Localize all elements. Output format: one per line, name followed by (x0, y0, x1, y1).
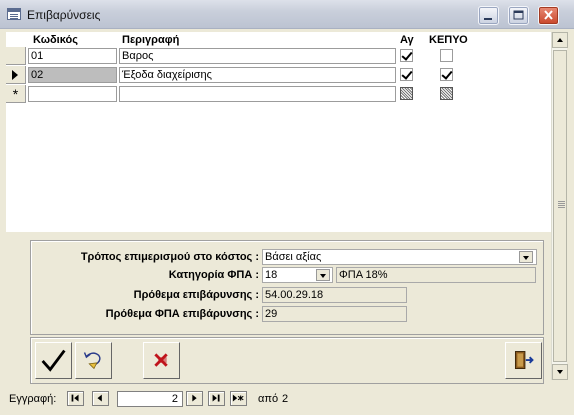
undo-icon (83, 352, 101, 370)
next-record-button[interactable] (186, 391, 203, 406)
scroll-grip (558, 207, 565, 208)
details-panel: Τρόπος επιμερισμού στο κόστος : Βάσει αξ… (30, 240, 544, 335)
delete-button[interactable] (143, 342, 180, 379)
kepyo-checkbox[interactable] (440, 87, 453, 100)
window: Επιβαρύνσεις Κωδικός Περιγραφή Αγ ΚΕΠΥΟ … (0, 0, 574, 415)
exit-door-icon (514, 351, 534, 370)
column-header-description[interactable]: Περιγραφή (122, 34, 179, 46)
scroll-grip (558, 205, 565, 206)
vat-category-code: 18 (265, 269, 278, 281)
chevron-down-icon[interactable] (519, 251, 533, 263)
restore-icon (513, 10, 524, 20)
last-record-icon (212, 394, 220, 402)
title-bar[interactable]: Επιβαρύνσεις (0, 0, 574, 29)
code-cell[interactable]: 01 (28, 48, 117, 64)
datasheet-grid: Κωδικός Περιγραφή Αγ ΚΕΠΥΟ 01 Βαρος 02 Έ… (6, 32, 551, 232)
total-records: 2 (282, 393, 289, 405)
code-cell[interactable] (28, 86, 117, 102)
allocation-value: Βάσει αξίας (265, 251, 322, 263)
charge-prefix-field[interactable]: 54.00.29.18 (262, 287, 407, 303)
scroll-up-button[interactable] (552, 32, 568, 48)
minimize-icon (484, 18, 492, 20)
table-row: 02 Έξοδα διαχείρισης (6, 66, 551, 84)
vat-category-name: ΦΠΑ 18% (336, 267, 536, 283)
scroll-grip (558, 201, 565, 202)
undo-button[interactable] (75, 342, 112, 379)
close-button[interactable] (538, 6, 559, 25)
last-record-button[interactable] (208, 391, 225, 406)
record-label: Εγγραφή: (9, 393, 57, 405)
form-icon (7, 8, 21, 20)
description-cell[interactable] (119, 86, 396, 102)
column-header-kepyo[interactable]: ΚΕΠΥΟ (429, 34, 468, 46)
delete-icon (154, 353, 168, 367)
new-record-selector[interactable]: * (6, 85, 26, 103)
previous-record-icon (97, 394, 102, 402)
charge-prefix-label: Πρόθεμα επιβάρυνσης : (133, 289, 259, 301)
record-navigator: Εγγραφή: 2 από 2 (0, 390, 574, 410)
current-record-selector[interactable] (6, 66, 26, 84)
checkmark-icon (41, 349, 66, 372)
new-record-button[interactable] (230, 391, 247, 406)
column-header-code[interactable]: Κωδικός (33, 34, 78, 46)
exit-button[interactable] (505, 342, 542, 379)
first-record-button[interactable] (67, 391, 84, 406)
chevron-down-icon[interactable] (316, 269, 330, 281)
new-record-icon (232, 394, 244, 402)
ag-checkbox[interactable] (400, 49, 413, 62)
new-record-row: * (6, 85, 551, 103)
window-title: Επιβαρύνσεις (27, 8, 101, 22)
allocation-combo[interactable]: Βάσει αξίας (262, 249, 537, 265)
close-icon (544, 10, 553, 20)
code-cell[interactable]: 02 (28, 67, 117, 83)
vat-charge-prefix-field[interactable]: 29 (262, 306, 407, 322)
save-button[interactable] (35, 342, 72, 379)
description-cell[interactable]: Βαρος (119, 48, 396, 64)
scroll-down-button[interactable] (552, 364, 568, 380)
scroll-grip (558, 203, 565, 204)
column-header-ag[interactable]: Αγ (400, 34, 414, 46)
restore-button[interactable] (508, 6, 529, 25)
description-cell[interactable]: Έξοδα διαχείρισης (119, 67, 396, 83)
current-record-field[interactable]: 2 (117, 391, 183, 407)
of-label: από (258, 393, 279, 405)
button-bar (30, 337, 544, 384)
vat-category-label: Κατηγορία ΦΠΑ : (168, 269, 259, 281)
scroll-thumb[interactable] (553, 50, 567, 362)
previous-record-button[interactable] (92, 391, 109, 406)
vat-charge-prefix-label: Πρόθεμα ΦΠΑ επιβάρυνσης : (105, 308, 259, 320)
record-selector[interactable] (6, 47, 26, 65)
vat-category-combo[interactable]: 18 (262, 267, 333, 283)
table-row: 01 Βαρος (6, 47, 551, 65)
first-record-icon (71, 394, 79, 402)
ag-checkbox[interactable] (400, 87, 413, 100)
next-record-icon (192, 394, 197, 402)
kepyo-checkbox[interactable] (440, 68, 453, 81)
minimize-button[interactable] (478, 6, 499, 25)
vertical-scrollbar[interactable] (551, 32, 568, 380)
kepyo-checkbox[interactable] (440, 49, 453, 62)
allocation-label: Τρόπος επιμερισμού στο κόστος : (80, 251, 259, 263)
ag-checkbox[interactable] (400, 68, 413, 81)
